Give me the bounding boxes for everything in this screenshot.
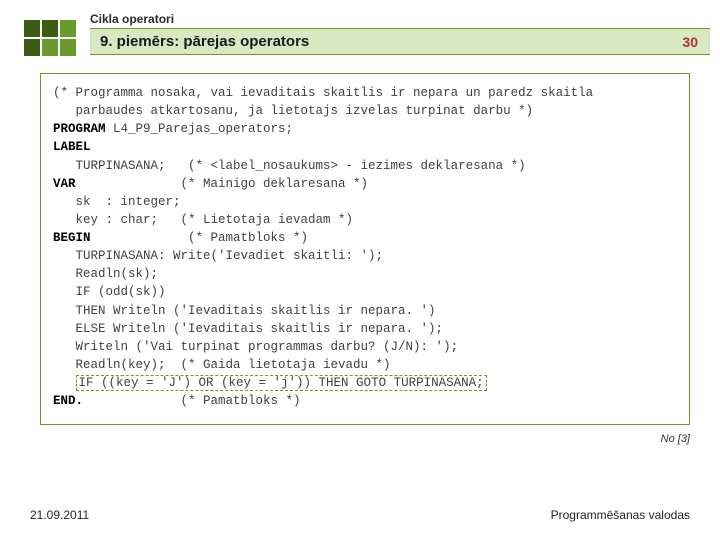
breadcrumb: Cikla operatori xyxy=(90,12,720,26)
code-line: TURPINASANA; (* <label_nosaukums> - iezi… xyxy=(53,159,526,173)
code-kw: PROGRAM xyxy=(53,122,106,136)
code-line: (* Pamatbloks *) xyxy=(83,394,301,408)
code-line: IF (odd(sk)) xyxy=(53,285,166,299)
reference-note: No [3] xyxy=(0,433,690,445)
code-line: Writeln ('Vai turpinat programmas darbu?… xyxy=(53,340,458,354)
code-line: TURPINASANA: Write('Ievadiet skaitli: ')… xyxy=(53,249,383,263)
code-line: L4_P9_Parejas_operators; xyxy=(106,122,294,136)
code-kw: VAR xyxy=(53,177,76,191)
footer: 21.09.2011 Programmēšanas valodas xyxy=(30,508,690,522)
code-line: (* Mainigo deklaresana *) xyxy=(76,177,369,191)
code-kw: LABEL xyxy=(53,140,91,154)
code-line: sk : integer; xyxy=(53,195,181,209)
code-kw: BEGIN xyxy=(53,231,91,245)
code-line: THEN Writeln ('Ievaditais skaitlis ir ne… xyxy=(53,304,436,318)
page-number: 30 xyxy=(682,34,698,50)
code-line xyxy=(53,376,76,390)
title-bar: 9. piemērs: pārejas operators 30 xyxy=(90,28,710,55)
code-line: Readln(sk); xyxy=(53,267,158,281)
footer-course: Programmēšanas valodas xyxy=(551,508,690,522)
code-line: (* Pamatbloks *) xyxy=(91,231,309,245)
footer-date: 21.09.2011 xyxy=(30,508,89,522)
code-listing: (* Programma nosaka, vai ievaditais skai… xyxy=(40,73,690,425)
code-line: ELSE Writeln ('Ievaditais skaitlis ir ne… xyxy=(53,322,443,336)
goto-highlight: IF ((key = 'J') OR (key = 'j')) THEN GOT… xyxy=(76,375,487,391)
code-kw: END. xyxy=(53,394,83,408)
code-line: Readln(key); (* Gaida lietotaja ievadu *… xyxy=(53,358,391,372)
code-line: (* Programma nosaka, vai ievaditais skai… xyxy=(53,86,593,100)
code-line: key : char; (* Lietotaja ievadam *) xyxy=(53,213,353,227)
code-line: parbaudes atkartosanu, ja lietotajs izve… xyxy=(53,104,533,118)
logo-squares xyxy=(24,20,76,56)
page-title: 9. piemērs: pārejas operators xyxy=(100,33,309,50)
